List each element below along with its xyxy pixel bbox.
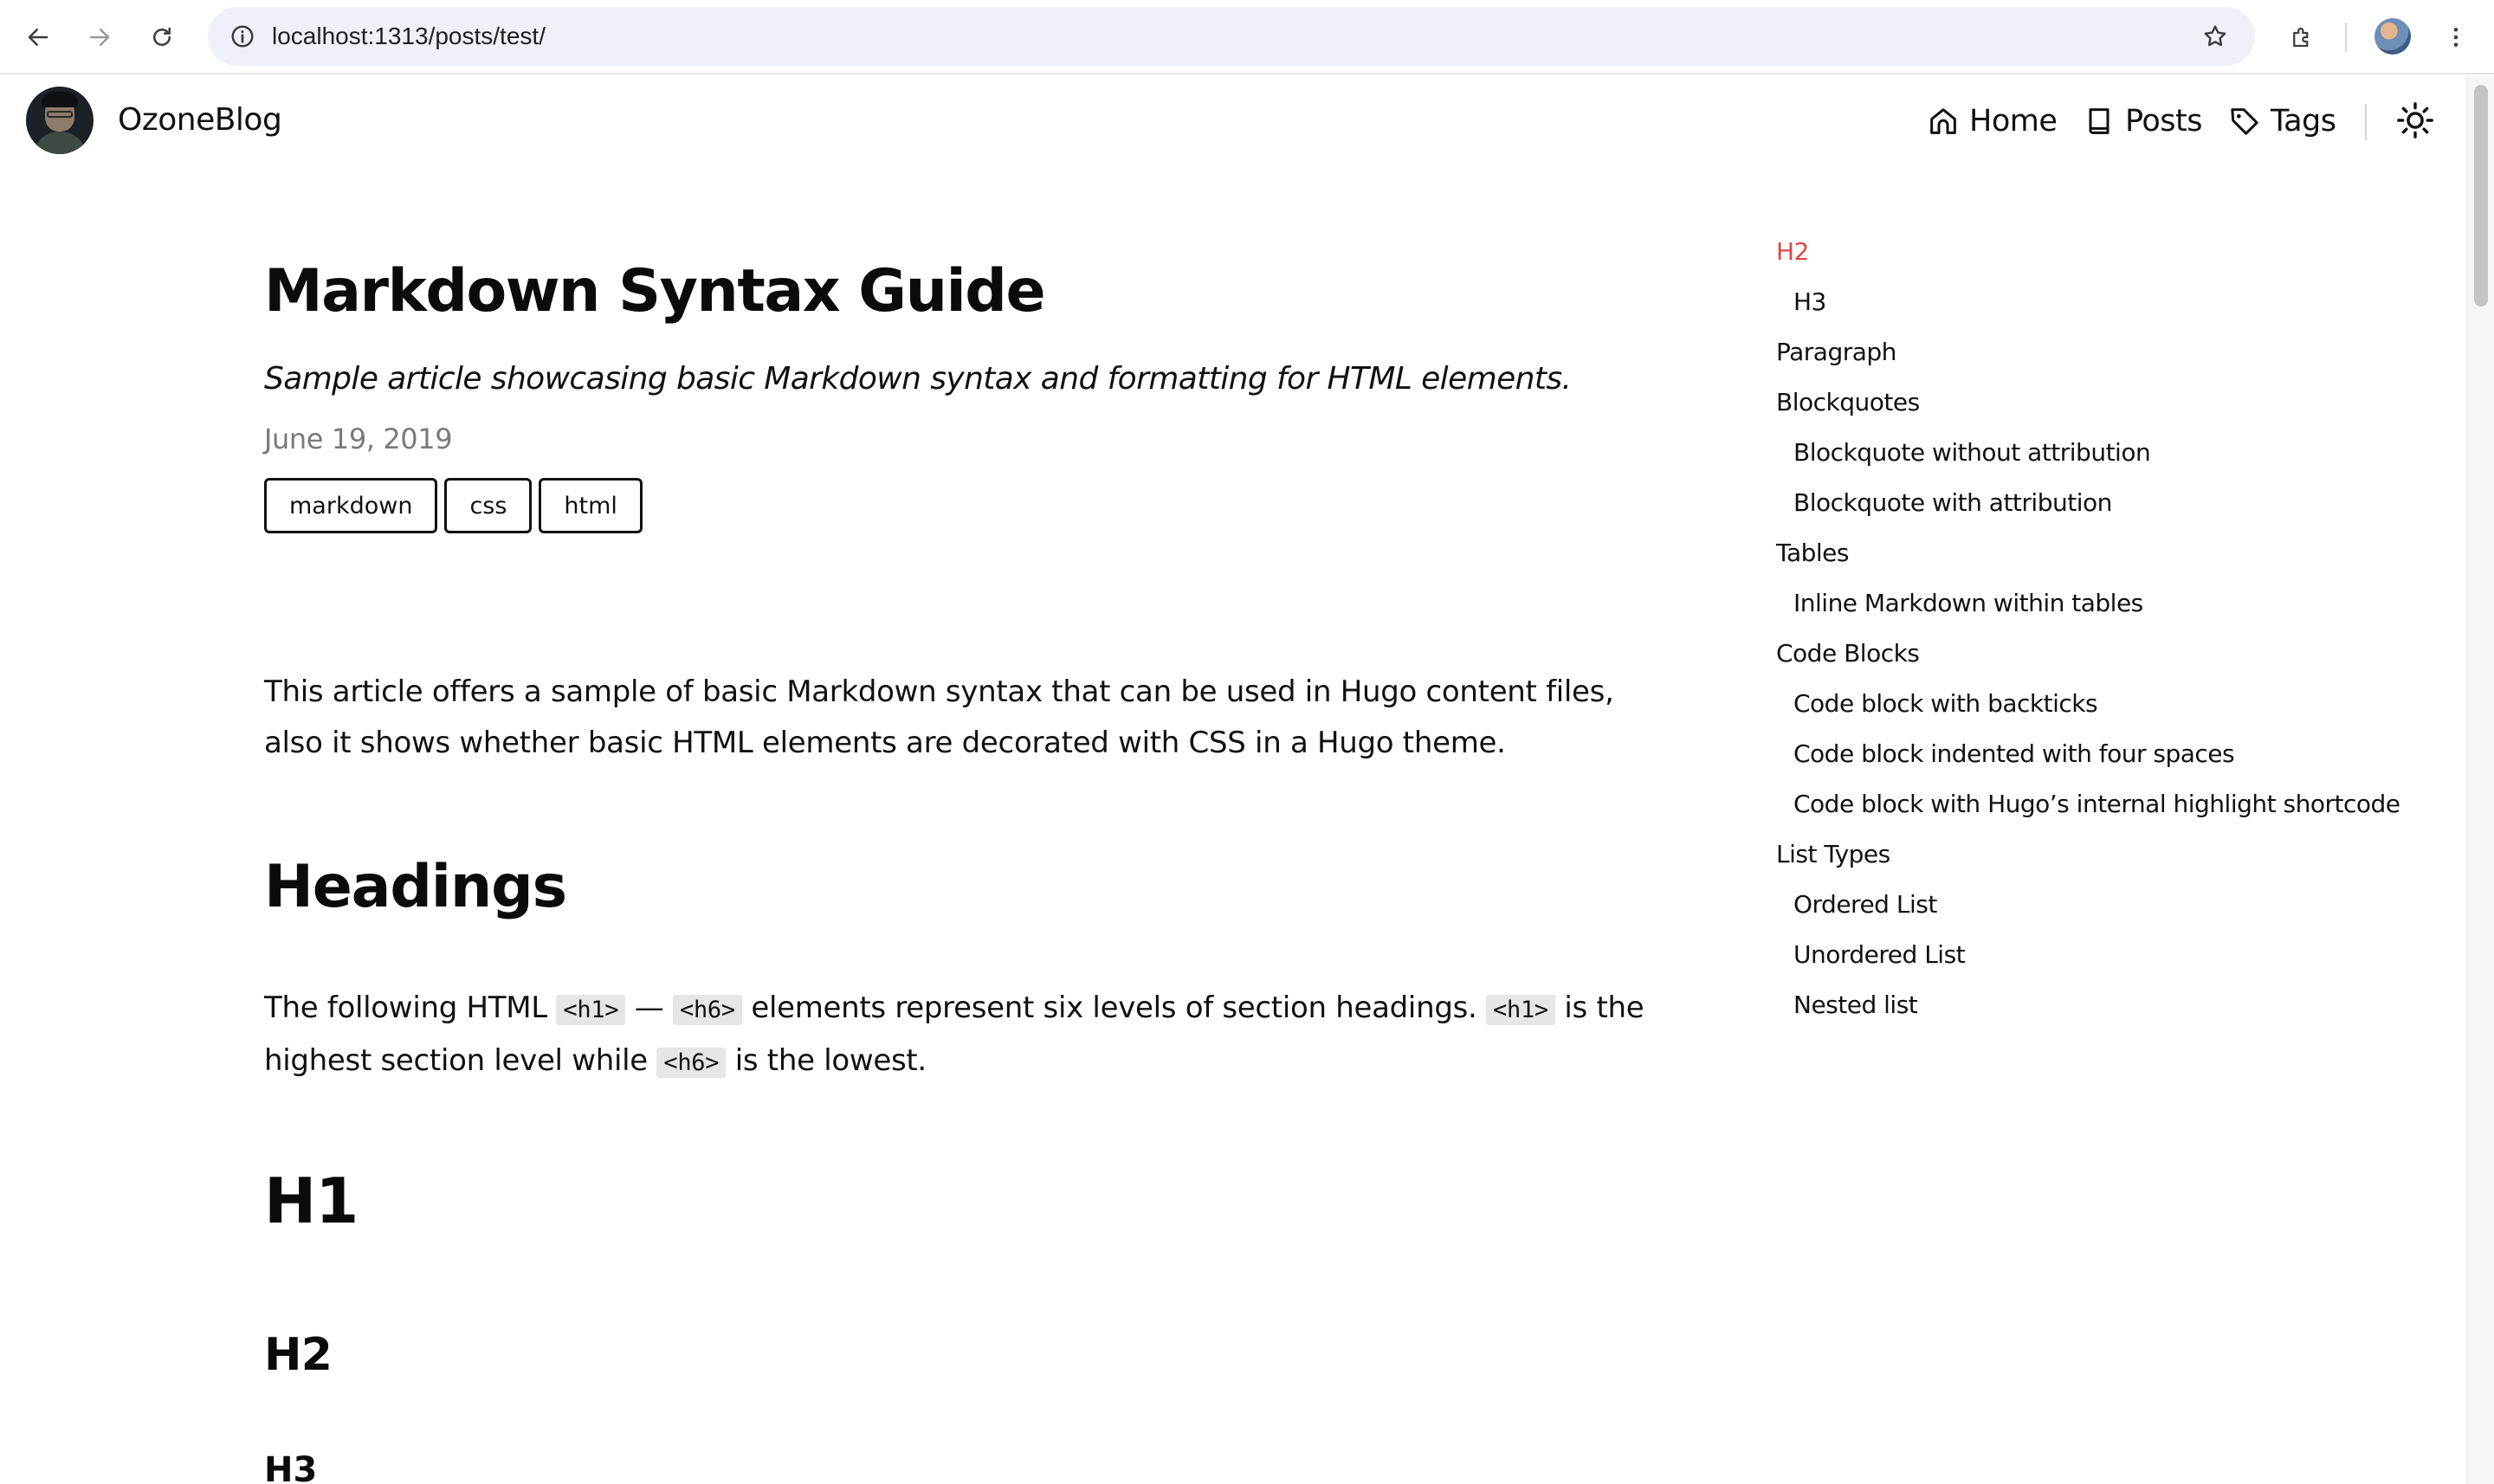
forward-button[interactable] — [79, 16, 120, 58]
nav-tags[interactable]: Tags — [2227, 99, 2336, 144]
home-icon — [1930, 108, 1956, 134]
toc-item[interactable]: List Types — [1776, 829, 2400, 880]
toc-item[interactable]: Unordered List — [1776, 930, 2400, 980]
browser-menu-button[interactable] — [2435, 16, 2477, 58]
nav-posts-label: Posts — [2125, 104, 2202, 139]
sun-icon — [2397, 102, 2433, 139]
site-title[interactable]: OzoneBlog — [118, 102, 282, 138]
arrow-right-icon — [89, 29, 110, 46]
inline-code: <h1> — [1486, 995, 1555, 1025]
bookmark-star-icon[interactable] — [2198, 19, 2232, 54]
demo-heading-h3: H3 — [264, 1450, 318, 1484]
kebab-menu-icon — [2453, 28, 2458, 47]
url-text[interactable]: localhost:1313/posts/test/ — [272, 7, 546, 66]
reload-button[interactable] — [141, 16, 183, 58]
text-segment: — — [634, 990, 664, 1025]
text-segment: The following HTML — [264, 990, 557, 1025]
inline-code: <h1> — [556, 995, 626, 1025]
section-heading-headings: Headings — [264, 853, 567, 921]
toc-item[interactable]: Blockquote without attribution — [1776, 428, 2400, 478]
nav-home[interactable]: Home — [1926, 99, 2058, 144]
inline-code: <h6> — [672, 995, 742, 1025]
tag-icon — [2231, 108, 2258, 135]
address-bar[interactable]: localhost:1313/posts/test/ — [208, 7, 2255, 66]
tag-html[interactable]: html — [539, 477, 643, 533]
site-header: OzoneBlog Home Posts Tags — [0, 76, 2466, 170]
tag-markdown[interactable]: markdown — [264, 477, 438, 533]
toc-item[interactable]: Ordered List — [1776, 880, 2400, 930]
post-tags: markdown css html — [264, 477, 1658, 533]
post-date: June 19, 2019 — [264, 422, 453, 455]
toc-item[interactable]: Inline Markdown within tables — [1776, 578, 2400, 629]
headings-paragraph: The following HTML <h1> — <h6> elements … — [264, 983, 1676, 1088]
reload-icon — [153, 27, 171, 46]
toc-item[interactable]: Blockquote with attribution — [1776, 478, 2400, 528]
text-segment: elements represent six levels of section… — [741, 990, 1487, 1025]
toc-item[interactable]: Code block with Hugo’s internal highligh… — [1776, 779, 2400, 829]
toc-item[interactable]: Blockquotes — [1776, 377, 2400, 428]
nav-posts[interactable]: Posts — [2082, 99, 2202, 144]
text-segment: is the lowest. — [726, 1043, 927, 1078]
toc-item[interactable]: H3 — [1776, 277, 2400, 327]
arrow-left-icon — [28, 29, 48, 46]
toc-item[interactable]: Nested list — [1776, 980, 2400, 1030]
scrollbar-thumb[interactable] — [2474, 85, 2488, 306]
article-header: Markdown Syntax Guide Sample article sho… — [264, 257, 1658, 533]
toc-item[interactable]: Code block indented with four spaces — [1776, 729, 2400, 779]
demo-heading-h1: H1 — [264, 1165, 359, 1237]
site-info-icon[interactable] — [223, 17, 262, 55]
nav-divider — [2365, 104, 2367, 140]
toc-item[interactable]: Code block with backticks — [1776, 679, 2400, 729]
toolbar-divider — [2345, 23, 2347, 52]
toc-item[interactable]: Tables — [1776, 528, 2400, 578]
post-title: Markdown Syntax Guide — [264, 257, 1046, 326]
theme-toggle-button[interactable] — [2394, 99, 2437, 142]
toc-item[interactable]: H2 — [1776, 227, 2400, 277]
toc-item[interactable]: Code Blocks — [1776, 629, 2400, 679]
book-icon — [2089, 108, 2110, 134]
site-avatar[interactable] — [26, 87, 94, 154]
post-description: Sample article showcasing basic Markdown… — [264, 360, 1572, 397]
back-button[interactable] — [17, 16, 59, 58]
toc-item[interactable]: Paragraph — [1776, 327, 2400, 377]
nav-home-label: Home — [1969, 104, 2058, 139]
demo-heading-h2: H2 — [264, 1329, 333, 1381]
browser-toolbar: localhost:1313/posts/test/ — [0, 0, 2494, 74]
inline-code: <h6> — [656, 1048, 727, 1078]
table-of-contents: H2 H3 Paragraph Blockquotes Blockquote witho… — [1776, 227, 2400, 1030]
puzzle-icon — [2293, 27, 2309, 48]
extensions-button[interactable] — [2281, 16, 2323, 58]
nav-tags-label: Tags — [2271, 104, 2336, 139]
profile-avatar[interactable] — [2374, 18, 2411, 55]
page-scrollbar[interactable] — [2466, 76, 2494, 1484]
tag-css[interactable]: css — [444, 477, 533, 533]
intro-paragraph: This article offers a sample of basic Ma… — [264, 674, 1614, 760]
